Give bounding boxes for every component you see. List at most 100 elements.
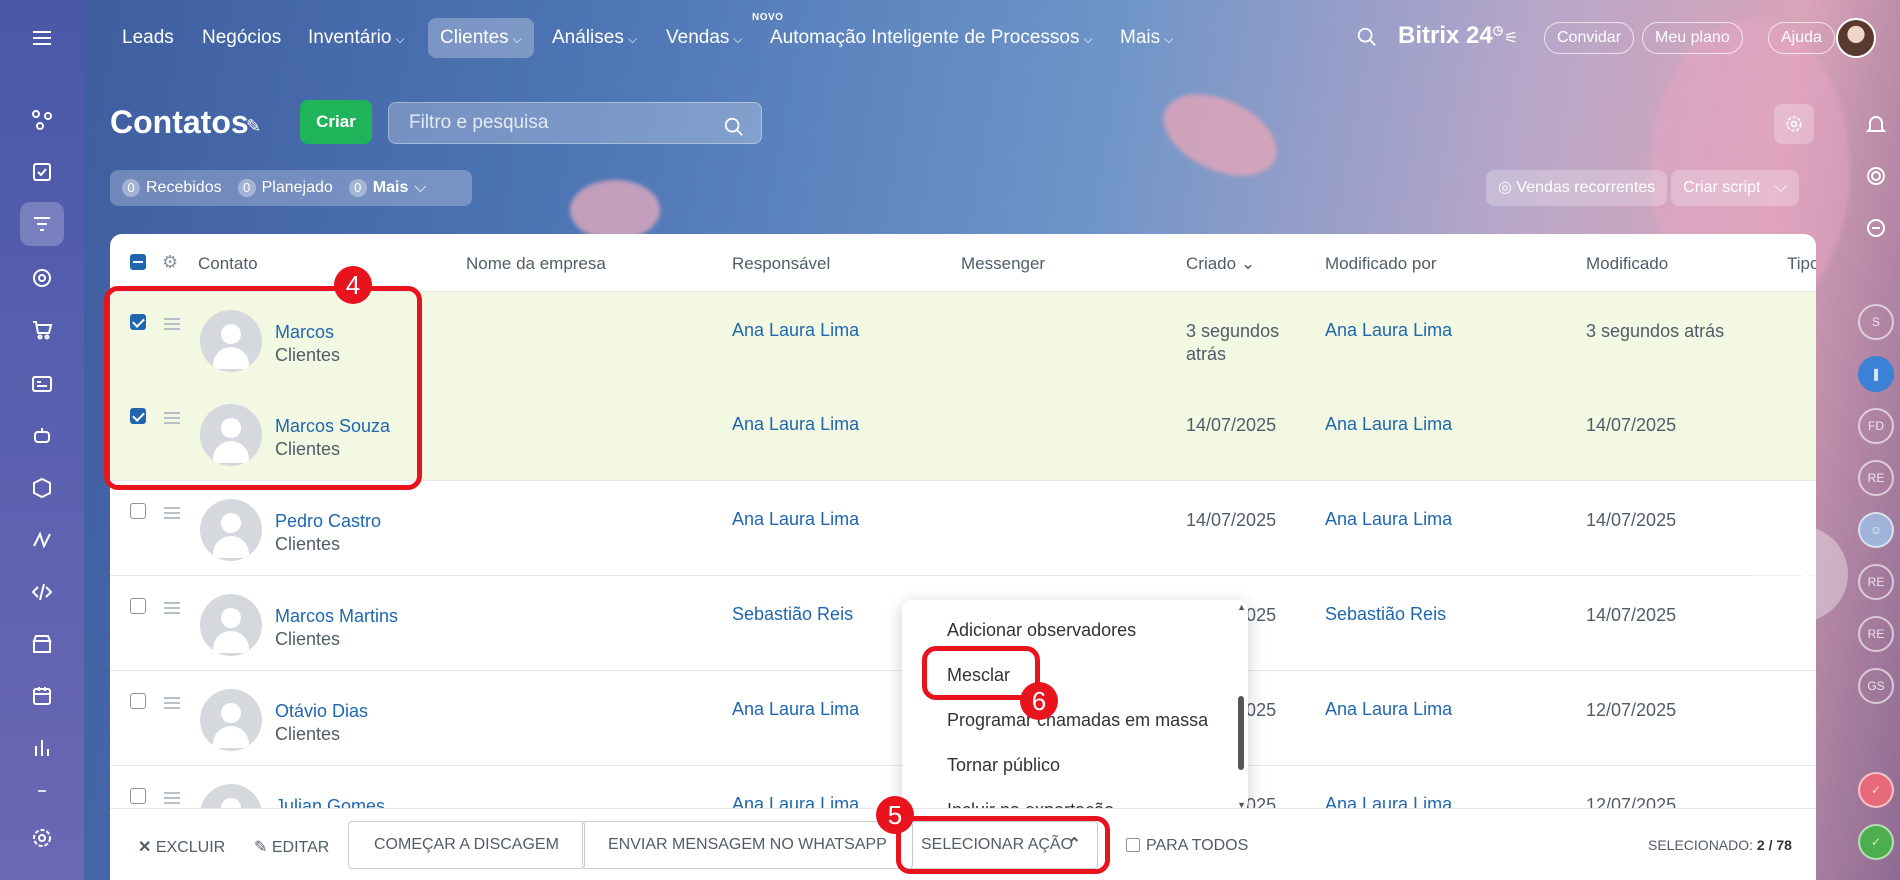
start-dialing-button[interactable]: COMEÇAR A DISCAGEM <box>348 821 585 869</box>
column-modificado-por[interactable]: Modificado por <box>1325 254 1437 274</box>
nav-negocios[interactable]: Negócios <box>190 18 293 58</box>
create-button[interactable]: Criar <box>300 100 372 144</box>
contact-avatar-re[interactable]: RE <box>1858 564 1894 600</box>
nav-analises[interactable]: Análises ⌵ <box>540 18 649 58</box>
responsible-link[interactable]: Ana Laura Lima <box>732 320 859 341</box>
clock-icon: ◷ <box>1492 23 1504 37</box>
counter-planejado[interactable]: 0 Planejado <box>237 179 333 197</box>
crm-filter-icon[interactable] <box>20 202 64 246</box>
settings-slider-icon[interactable]: ⚟ <box>1504 28 1518 48</box>
gear-icon[interactable] <box>20 816 64 860</box>
menu-item-make-public[interactable]: Tornar público <box>947 755 1060 776</box>
column-contato[interactable]: Contato <box>198 254 258 274</box>
cart-icon[interactable] <box>20 308 64 352</box>
column-modificado[interactable]: Modificado <box>1586 254 1668 274</box>
contact-name-link[interactable]: Marcos Martins <box>275 606 398 627</box>
bell-icon[interactable] <box>1864 112 1888 141</box>
target-icon[interactable] <box>20 256 64 300</box>
responsible-link[interactable]: Ana Laura Lima <box>732 414 859 435</box>
nav-inventario[interactable]: Inventário ⌵ <box>296 18 417 58</box>
edit-button[interactable]: ✎ EDITAR <box>254 837 329 857</box>
counter-recebidos[interactable]: 0 Recebidos <box>122 179 222 197</box>
modified-by-link[interactable]: Ana Laura Lima <box>1325 699 1452 720</box>
check-icon[interactable]: ✓ <box>1858 824 1894 860</box>
invite-button[interactable]: Convidar <box>1544 22 1635 54</box>
contact-avatar-gs[interactable]: GS <box>1858 668 1894 704</box>
user-avatar[interactable] <box>1836 18 1876 58</box>
responsible-link[interactable]: Ana Laura Lima <box>732 699 859 720</box>
column-criado[interactable]: Criado ⌄ <box>1186 254 1255 274</box>
table-row[interactable]: Pedro Castro Clientes Ana Laura Lima 14/… <box>110 481 1816 576</box>
menu-item-add-observers[interactable]: Adicionar observadores <box>947 620 1136 641</box>
counter-mais[interactable]: 0 Mais ⌵ <box>348 179 427 197</box>
calendar-check-icon[interactable]: ✓ <box>1858 772 1894 808</box>
copilot-icon[interactable] <box>1864 164 1888 193</box>
store-icon[interactable] <box>20 622 64 666</box>
checkbox[interactable] <box>1126 838 1140 852</box>
modified-by-link[interactable]: Sebastião Reis <box>1325 604 1446 625</box>
contact-avatar-bot[interactable]: ☺ <box>1858 512 1894 548</box>
analytics-icon[interactable] <box>20 726 64 770</box>
next-page-arrow[interactable] <box>1752 526 1848 622</box>
brand-logo[interactable]: Bitrix 24◷ <box>1398 22 1503 50</box>
column-empresa[interactable]: Nome da empresa <box>466 254 606 274</box>
modified-by-link[interactable]: Ana Laura Lima <box>1325 509 1452 530</box>
whatsapp-message-button[interactable]: ENVIAR MENSAGEM NO WHATSAPP <box>582 821 913 869</box>
contact-card-icon[interactable] <box>20 362 64 406</box>
search-icon[interactable] <box>1356 26 1378 53</box>
annotation-number-4: 4 <box>334 266 372 304</box>
contact-avatar-re[interactable]: RE <box>1858 460 1894 496</box>
contact-name-link[interactable]: Pedro Castro <box>275 511 381 532</box>
drag-handle-icon[interactable] <box>164 792 180 807</box>
drag-handle-icon[interactable] <box>164 602 180 617</box>
recurring-sales-button[interactable]: ◎ Vendas recorrentes <box>1486 170 1668 206</box>
help-button[interactable]: Ajuda <box>1768 22 1835 54</box>
create-script-button[interactable]: Criar script ⌵ <box>1671 170 1799 206</box>
tasks-icon[interactable] <box>20 150 64 194</box>
my-plan-button[interactable]: Meu plano <box>1642 22 1743 54</box>
contact-avatar-re[interactable]: RE <box>1858 616 1894 652</box>
modified-by-link[interactable]: Ana Laura Lima <box>1325 414 1452 435</box>
drag-handle-icon[interactable] <box>164 697 180 712</box>
calendar-icon[interactable] <box>20 674 64 718</box>
select-all-checkbox[interactable] <box>130 254 146 270</box>
dropdown-scrollbar[interactable] <box>1238 696 1244 770</box>
row-checkbox[interactable] <box>130 598 146 614</box>
robot-icon[interactable] <box>20 414 64 458</box>
nav-vendas[interactable]: Vendas ⌵ <box>654 18 755 58</box>
contact-avatar-s[interactable]: S <box>1858 304 1894 340</box>
responsible-link[interactable]: Ana Laura Lima <box>732 509 859 530</box>
column-settings-gear-icon[interactable]: ⚙ <box>162 252 178 273</box>
delete-button[interactable]: ✕ EXCLUIR <box>138 837 225 857</box>
contact-name-link[interactable]: Otávio Dias <box>275 701 368 722</box>
nav-leads[interactable]: Leads <box>110 18 186 58</box>
column-tipo[interactable]: Tipo <box>1787 254 1816 274</box>
search-input[interactable] <box>409 112 709 134</box>
row-checkbox[interactable] <box>130 788 146 804</box>
settings-gear-button[interactable] <box>1774 104 1814 144</box>
bookmark-icon[interactable]: ❚ <box>1858 356 1894 392</box>
activity-icon[interactable] <box>20 98 64 142</box>
row-checkbox[interactable] <box>130 693 146 709</box>
code-icon[interactable] <box>20 570 64 614</box>
column-responsavel[interactable]: Responsável <box>732 254 830 274</box>
contact-avatar-fd[interactable]: FD <box>1858 408 1894 444</box>
menu-item-mass-calls[interactable]: Programar chamadas em massa <box>947 710 1208 731</box>
row-checkbox[interactable] <box>130 503 146 519</box>
responsible-link[interactable]: Sebastião Reis <box>732 604 853 625</box>
menu-icon[interactable] <box>20 16 64 60</box>
modified-by-link[interactable]: Ana Laura Lima <box>1325 320 1452 341</box>
pin-icon[interactable]: ✎ <box>246 116 261 137</box>
column-messenger[interactable]: Messenger <box>961 254 1045 274</box>
nav-clientes[interactable]: Clientes ⌵ <box>428 18 534 58</box>
nav-mais[interactable]: Mais ⌵ <box>1108 18 1185 58</box>
drag-handle-icon[interactable] <box>164 507 180 522</box>
chat-icon[interactable] <box>1864 216 1888 245</box>
search-box[interactable] <box>388 102 762 144</box>
signature-icon[interactable] <box>20 518 64 562</box>
search-icon[interactable] <box>723 113 745 153</box>
scroll-up-icon[interactable]: ▲ <box>1237 602 1246 612</box>
box-icon[interactable] <box>20 466 64 510</box>
for-all-checkbox[interactable]: PARA TODOS <box>1126 837 1248 855</box>
nav-automacao[interactable]: Automação Inteligente de Processos ⌵ <box>758 18 1105 58</box>
